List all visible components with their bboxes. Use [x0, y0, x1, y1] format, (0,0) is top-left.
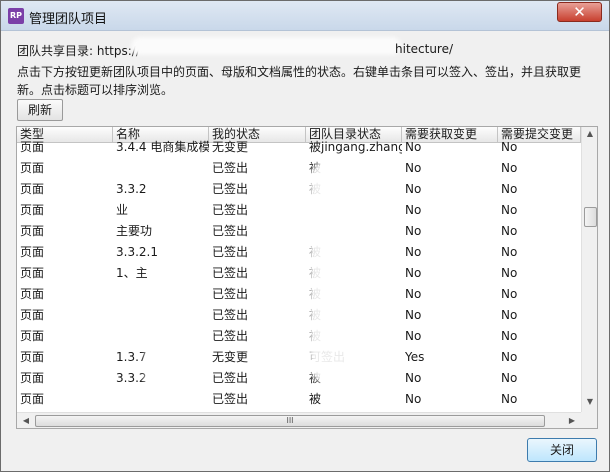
cell-type: 页面 — [20, 224, 45, 238]
table-row[interactable]: 页面业已签出 No No — [17, 200, 581, 221]
manage-team-project-dialog: RP 管理团队项目 ✕ 团队共享目录: https:// hitecture/ … — [0, 0, 610, 472]
cell-type: 页面 — [20, 161, 45, 175]
axure-rp-icon: RP — [8, 8, 24, 24]
cell-need-commit: No — [501, 329, 518, 343]
table-row[interactable]: 页面 3.4.4 电商集成模 无变更 被jingang.zhang No No — [17, 137, 581, 158]
cell-my-status: 已签出 — [212, 329, 249, 343]
cell-need-commit: No — [501, 140, 518, 154]
cell-type: 页面 — [20, 266, 45, 280]
team-directory-label: 团队共享目录: https:// — [17, 44, 140, 58]
table-row[interactable]: 页面3.3.2.1已签出被NoNo — [17, 242, 581, 263]
table-row[interactable]: 页面3.3.2已签出被NoNo — [17, 368, 581, 389]
cell-my-status: 已签出 — [212, 245, 249, 259]
horizontal-scrollbar[interactable]: ◀ III ▶ — [17, 412, 581, 428]
cell-need-get: No — [405, 308, 422, 322]
cell-need-get: No — [405, 140, 422, 154]
cell-type: 页面 — [20, 308, 45, 322]
cell-need-commit: No — [501, 371, 518, 385]
title-bar: RP 管理团队项目 ✕ — [1, 1, 609, 31]
redaction-smudge — [131, 37, 401, 55]
cell-need-commit: No — [501, 350, 518, 364]
cell-type: 页面 — [20, 245, 45, 259]
cell-type: 页面 — [20, 371, 45, 385]
cell-need-commit: No — [501, 392, 518, 406]
cell-my-status: 已签出 — [212, 287, 249, 301]
cell-my-status: 已签出 — [212, 182, 249, 196]
cell-my-status: 已签出 — [212, 371, 249, 385]
cell-need-commit: No — [501, 266, 518, 280]
cell-type: 页面 — [20, 350, 45, 364]
cell-need-get: No — [405, 329, 422, 343]
horizontal-scroll-thumb[interactable]: III — [35, 415, 545, 427]
table-row[interactable]: 页面已签出被NoNo — [17, 326, 581, 347]
team-items-table: 类型 名称 我的状态 团队目录状态 需要获取变更 需要提交变更 页面 3.4.4 … — [16, 126, 598, 429]
dialog-title: 管理团队项目 — [29, 12, 108, 27]
cell-my-status: 无变更 — [212, 140, 249, 154]
vertical-scroll-thumb[interactable] — [584, 207, 597, 227]
table-row[interactable]: 页面1.3.7无变更可签出YesNo — [17, 347, 581, 368]
scrollbar-corner — [581, 412, 597, 428]
cell-name: 3.4.4 电商集成模 — [116, 140, 209, 154]
cell-type: 页面 — [20, 392, 45, 406]
cell-my-status: 已签出 — [212, 392, 249, 406]
cell-need-get: No — [405, 161, 422, 175]
cell-type: 页面 — [20, 140, 45, 154]
cell-need-commit: No — [501, 224, 518, 238]
redaction-blob — [145, 327, 205, 417]
table-row[interactable]: 页面已签出被NoNo — [17, 305, 581, 326]
redaction-blob — [309, 157, 369, 387]
redaction-blob — [369, 187, 394, 337]
table-row[interactable]: 页面 已签出 被 No No — [17, 389, 581, 410]
cell-need-get: No — [405, 266, 422, 280]
scroll-right-arrow-icon[interactable]: ▶ — [564, 416, 580, 425]
cell-need-commit: No — [501, 182, 518, 196]
team-directory-url-suffix: hitecture/ — [395, 42, 454, 56]
table-row[interactable]: 页面 主要功 已签出 No No — [17, 221, 581, 242]
cell-need-commit: No — [501, 308, 518, 322]
table-row[interactable]: 页面1、主已签出被NoNo — [17, 263, 581, 284]
scroll-down-arrow-icon[interactable]: ▼ — [582, 397, 597, 406]
close-button[interactable]: 关闭 — [527, 438, 597, 462]
cell-my-status: 已签出 — [212, 161, 249, 175]
cell-need-get: No — [405, 203, 422, 217]
cell-my-status: 已签出 — [212, 266, 249, 280]
scroll-left-arrow-icon[interactable]: ◀ — [18, 416, 34, 425]
vertical-scrollbar[interactable]: ▲ ▼ — [581, 127, 597, 412]
cell-my-status: 已签出 — [212, 224, 249, 238]
cell-type: 页面 — [20, 203, 45, 217]
cell-my-status: 已签出 — [212, 203, 249, 217]
refresh-button[interactable]: 刷新 — [17, 99, 63, 121]
scroll-up-arrow-icon[interactable]: ▲ — [582, 129, 597, 138]
cell-type: 页面 — [20, 329, 45, 343]
table-row[interactable]: 页面已签出被NoNo — [17, 158, 581, 179]
cell-need-get: No — [405, 371, 422, 385]
cell-type: 页面 — [20, 287, 45, 301]
table-row[interactable]: 页面已签出被NoNo — [17, 284, 581, 305]
cell-my-status: 无变更 — [212, 350, 249, 364]
cell-need-get: Yes — [405, 350, 425, 364]
cell-need-get: No — [405, 287, 422, 301]
cell-type: 页面 — [20, 182, 45, 196]
cell-need-get: No — [405, 182, 422, 196]
cell-need-commit: No — [501, 245, 518, 259]
instructions-text: 点击下方按钮更新团队项目中的页面、母版和文档属性的状态。右键单击条目可以签入、签… — [17, 65, 582, 97]
cell-need-commit: No — [501, 161, 518, 175]
cell-need-get: No — [405, 245, 422, 259]
cell-need-get: No — [405, 392, 422, 406]
cell-need-get: No — [405, 224, 422, 238]
cell-need-commit: No — [501, 287, 518, 301]
window-close-button[interactable]: ✕ — [557, 2, 602, 22]
cell-need-commit: No — [501, 203, 518, 217]
table-row[interactable]: 页面3.3.2已签出被NoNo — [17, 179, 581, 200]
cell-team-status: 被jingang.zhang — [309, 140, 402, 154]
cell-team-status: 被 — [309, 392, 322, 406]
cell-my-status: 已签出 — [212, 308, 249, 322]
